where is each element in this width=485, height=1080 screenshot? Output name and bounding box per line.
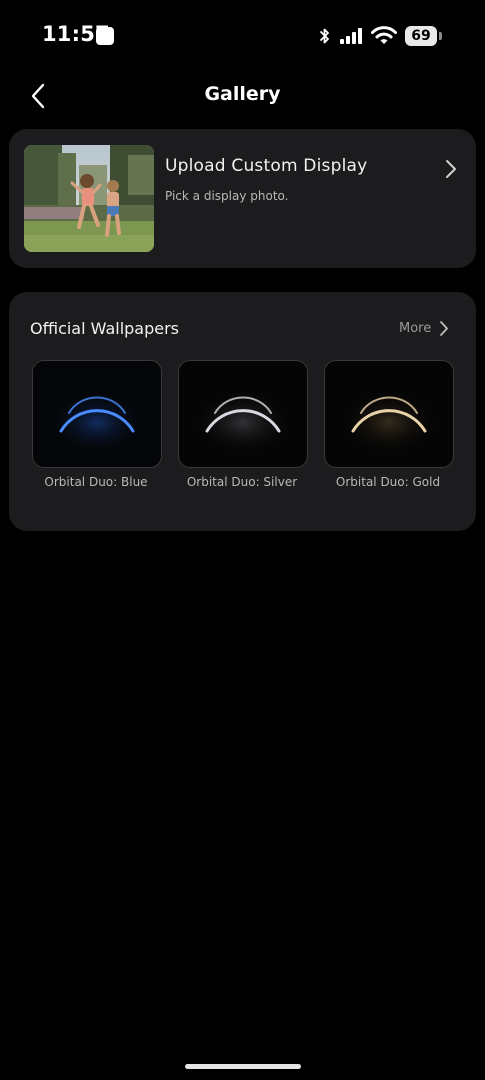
- more-label: More: [399, 321, 432, 336]
- chevron-right-icon: [440, 321, 449, 336]
- wallpaper-label-gold: Orbital Duo: Gold: [335, 475, 441, 489]
- page-title: Gallery: [204, 83, 281, 105]
- home-indicator: [185, 1064, 301, 1069]
- bluetooth-icon: [320, 28, 329, 44]
- focus-mode-icon: [96, 27, 114, 45]
- wifi-icon: [371, 26, 397, 44]
- wallpaper-tile-orbital-duo-silver[interactable]: [178, 360, 308, 468]
- upload-custom-display-card[interactable]: Upload Custom Display Pick a display pho…: [9, 129, 476, 268]
- status-bar: 11:57 69: [0, 0, 485, 72]
- cellular-signal-icon: [340, 28, 362, 44]
- wallpaper-label-silver: Orbital Duo: Silver: [186, 475, 298, 489]
- display-photo-thumbnail: [24, 145, 154, 252]
- battery-indicator: 69: [405, 26, 437, 46]
- wallpaper-tile-orbital-duo-gold[interactable]: [324, 360, 454, 468]
- upload-custom-display-title: Upload Custom Display: [165, 156, 368, 176]
- more-wallpapers-link[interactable]: More: [399, 320, 449, 337]
- wallpaper-tile-orbital-duo-blue[interactable]: [32, 360, 162, 468]
- upload-custom-display-subtitle: Pick a display photo.: [165, 189, 289, 203]
- chevron-right-icon: [446, 160, 456, 178]
- official-wallpapers-title: Official Wallpapers: [30, 319, 180, 338]
- wallpaper-label-blue: Orbital Duo: Blue: [44, 475, 148, 489]
- battery-tip: [439, 32, 442, 40]
- official-wallpapers-card: Official Wallpapers More Orbital Duo: Bl…: [9, 292, 476, 531]
